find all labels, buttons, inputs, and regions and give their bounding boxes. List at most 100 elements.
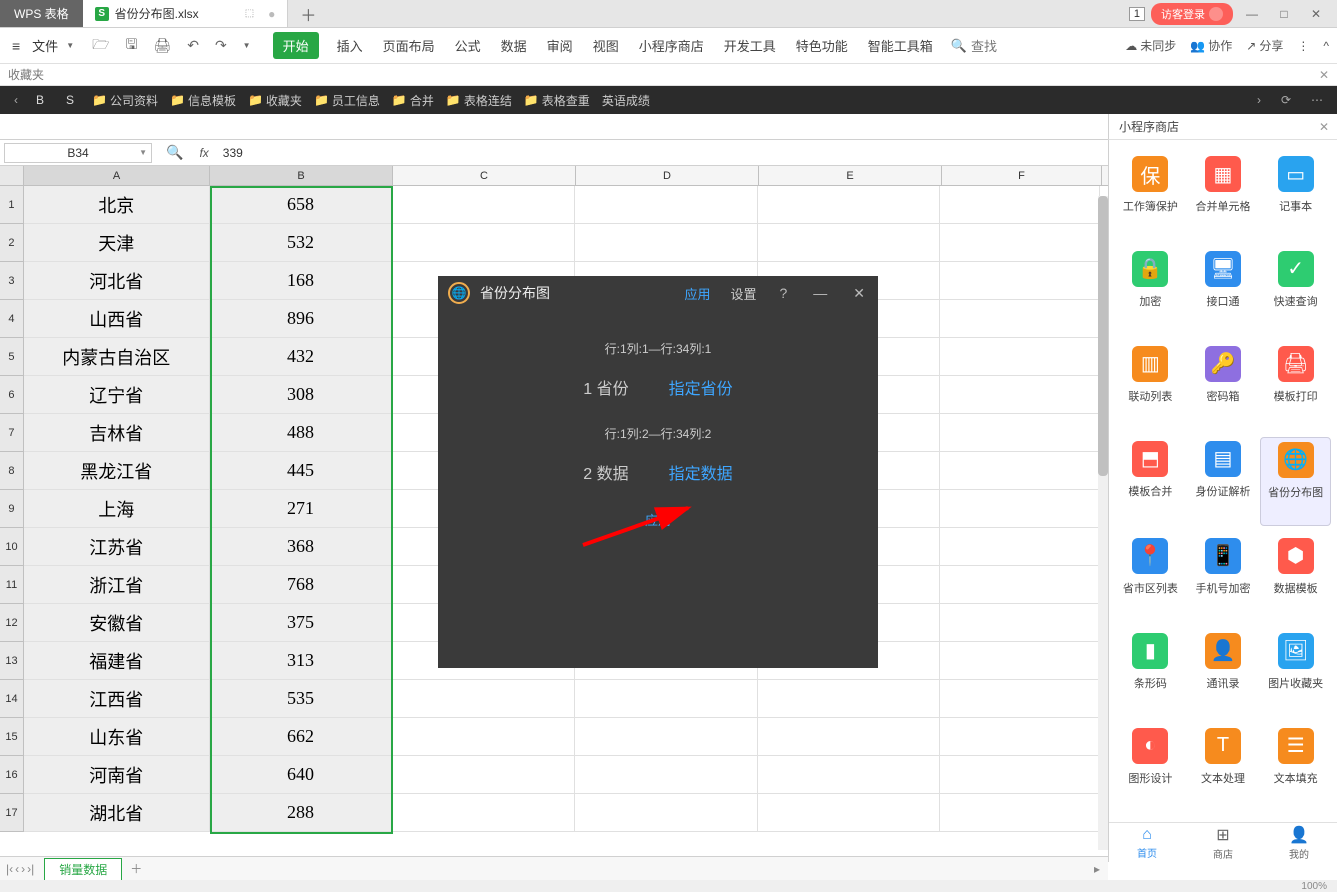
bookmark-more-icon[interactable]: ⋯	[1305, 93, 1329, 107]
dialog-specify-province[interactable]: 指定省份	[669, 375, 733, 399]
cell-province[interactable]: 山西省	[24, 300, 210, 338]
bookmark-item-2[interactable]: 📁收藏夹	[242, 92, 308, 109]
row-header[interactable]: 9	[0, 490, 24, 528]
ribbon-tab-9[interactable]: 特色功能	[794, 32, 850, 59]
cell-empty[interactable]	[940, 186, 1100, 224]
coop-button[interactable]: 👥协作	[1190, 37, 1232, 54]
ribbon-tab-7[interactable]: 小程序商店	[637, 32, 706, 59]
redo-drop-icon[interactable]: ▼	[237, 41, 257, 50]
col-header-d[interactable]: D	[576, 166, 759, 185]
cell-value[interactable]: 658	[210, 186, 393, 224]
cell-empty[interactable]	[940, 794, 1100, 832]
cell-value[interactable]: 168	[210, 262, 393, 300]
bookmark-item-0[interactable]: 📁公司资料	[86, 92, 164, 109]
cell-reference-input[interactable]: B34 ▼	[4, 143, 152, 163]
cell-province[interactable]: 河北省	[24, 262, 210, 300]
window-count[interactable]: 1	[1129, 7, 1145, 21]
cell-empty[interactable]	[392, 794, 575, 832]
row-header[interactable]: 2	[0, 224, 24, 262]
cell-value[interactable]: 662	[210, 718, 393, 756]
app-item-5[interactable]: ✓快速查询	[1260, 247, 1331, 334]
app-item-8[interactable]: 🖨模板打印	[1260, 342, 1331, 429]
side-nav-0[interactable]: ⌂首页	[1109, 823, 1185, 862]
cell-empty[interactable]	[575, 186, 758, 224]
app-item-16[interactable]: 👤通讯录	[1188, 629, 1259, 716]
cell-province[interactable]: 山东省	[24, 718, 210, 756]
dialog-specify-data[interactable]: 指定数据	[669, 460, 733, 484]
app-item-6[interactable]: ▥联动列表	[1115, 342, 1186, 429]
ribbon-tab-8[interactable]: 开发工具	[722, 32, 778, 59]
cell-empty[interactable]	[575, 718, 758, 756]
cell-empty[interactable]	[940, 756, 1100, 794]
cell-value[interactable]: 271	[210, 490, 393, 528]
file-menu-drop-icon[interactable]: ▼	[66, 41, 74, 50]
cell-value[interactable]: 535	[210, 680, 393, 718]
col-header-b[interactable]: B	[210, 166, 393, 185]
cell-value[interactable]: 768	[210, 566, 393, 604]
side-panel-close-icon[interactable]: ✕	[1319, 120, 1329, 134]
row-header[interactable]: 6	[0, 376, 24, 414]
formula-input[interactable]: 339	[215, 146, 1108, 160]
app-item-0[interactable]: 保工作簿保护	[1115, 152, 1186, 239]
bookmark-item-7[interactable]: 英语成绩	[596, 92, 656, 109]
bookmark-s[interactable]: S	[56, 93, 84, 107]
more-icon[interactable]: ⋮	[1297, 39, 1309, 53]
app-item-18[interactable]: ◐图形设计	[1115, 724, 1186, 811]
cell-ref-drop-icon[interactable]: ▼	[139, 148, 147, 157]
app-item-15[interactable]: ▮条形码	[1115, 629, 1186, 716]
cell-province[interactable]: 湖北省	[24, 794, 210, 832]
cell-empty[interactable]	[392, 186, 575, 224]
cell-empty[interactable]	[758, 680, 941, 718]
vertical-scrollbar[interactable]	[1098, 196, 1108, 850]
table-row[interactable]: 1北京658	[0, 186, 1100, 224]
bookmark-item-1[interactable]: 📁信息模板	[164, 92, 242, 109]
app-item-3[interactable]: 🔒加密	[1115, 247, 1186, 334]
pin-icon[interactable]: ⬚	[245, 8, 254, 19]
select-all-corner[interactable]	[0, 166, 24, 185]
row-header[interactable]: 11	[0, 566, 24, 604]
file-tab[interactable]: S 省份分布图.xlsx ⬚ ●	[83, 0, 289, 27]
cell-province[interactable]: 吉林省	[24, 414, 210, 452]
cell-empty[interactable]	[940, 604, 1100, 642]
sheet-add-button[interactable]: ＋	[122, 860, 150, 877]
row-header[interactable]: 15	[0, 718, 24, 756]
bookmark-next-icon[interactable]: ›	[1251, 93, 1267, 107]
dialog-close-button[interactable]: ✕	[850, 285, 868, 302]
sheet-tab-active[interactable]: 销量数据	[44, 858, 122, 880]
cell-empty[interactable]	[392, 756, 575, 794]
cell-province[interactable]: 上海	[24, 490, 210, 528]
row-header[interactable]: 1	[0, 186, 24, 224]
print-icon[interactable]: 🖨	[147, 37, 177, 54]
cell-empty[interactable]	[940, 376, 1100, 414]
bookmark-prev-icon[interactable]: ‹	[8, 93, 24, 107]
bookmark-item-5[interactable]: 📁表格连结	[440, 92, 518, 109]
ribbon-tab-1[interactable]: 插入	[335, 32, 365, 59]
table-row[interactable]: 16河南省640	[0, 756, 1100, 794]
side-nav-1[interactable]: ⊞商店	[1185, 823, 1261, 862]
search-box[interactable]: 🔍 查找	[951, 36, 997, 55]
cell-value[interactable]: 288	[210, 794, 393, 832]
cell-empty[interactable]	[392, 718, 575, 756]
ribbon-tab-3[interactable]: 公式	[453, 32, 483, 59]
sheet-scroll-right-icon[interactable]: ▸	[1094, 862, 1108, 876]
cell-value[interactable]: 432	[210, 338, 393, 376]
col-header-e[interactable]: E	[759, 166, 942, 185]
ribbon-tab-10[interactable]: 智能工具箱	[866, 32, 935, 59]
window-min-button[interactable]: —	[1239, 7, 1265, 21]
dialog-help-button[interactable]: ?	[776, 285, 790, 301]
cell-empty[interactable]	[392, 680, 575, 718]
favorites-close-icon[interactable]: ✕	[1319, 68, 1329, 82]
app-item-10[interactable]: ▤身份证解析	[1188, 437, 1259, 526]
app-item-14[interactable]: ⬢数据模板	[1260, 534, 1331, 621]
cell-empty[interactable]	[940, 528, 1100, 566]
row-header[interactable]: 5	[0, 338, 24, 376]
cell-province[interactable]: 福建省	[24, 642, 210, 680]
add-tab-button[interactable]: ＋	[288, 0, 328, 27]
collapse-icon[interactable]: ^	[1323, 39, 1329, 53]
guest-login-button[interactable]: 访客登录	[1151, 3, 1233, 25]
table-row[interactable]: 17湖北省288	[0, 794, 1100, 832]
app-item-17[interactable]: 🖼图片收藏夹	[1260, 629, 1331, 716]
cell-value[interactable]: 368	[210, 528, 393, 566]
cell-province[interactable]: 黑龙江省	[24, 452, 210, 490]
cell-empty[interactable]	[940, 680, 1100, 718]
